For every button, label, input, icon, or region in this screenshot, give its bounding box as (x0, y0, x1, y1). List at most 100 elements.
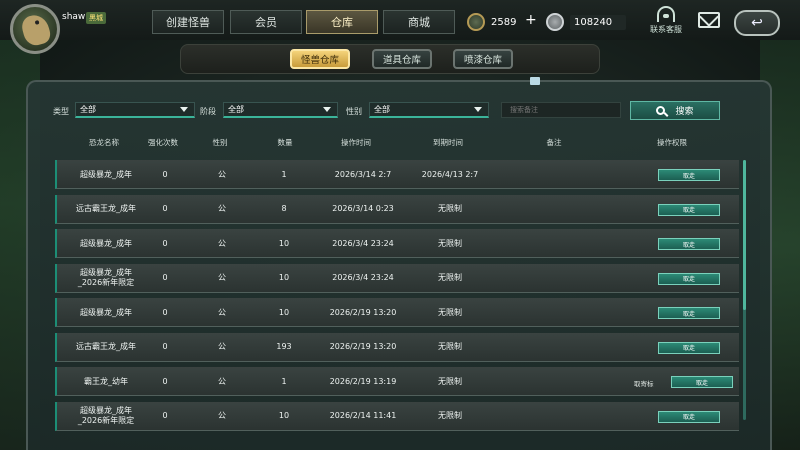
cell-enhance-count: 0 (162, 376, 168, 386)
take-out-button[interactable]: 取走 (658, 169, 720, 181)
cell-gender: 公 (218, 376, 226, 386)
cell-operation-time: 2026/2/19 13:20 (329, 307, 397, 317)
search-icon (656, 106, 666, 115)
mail-icon[interactable] (698, 12, 720, 28)
take-out-button[interactable]: 取走 (658, 410, 720, 423)
cell-enhance-count: 0 (162, 204, 168, 213)
chevron-down-icon (323, 107, 331, 112)
cell-operation-time: 2026/2/14 11:41 (329, 411, 397, 420)
search-button[interactable]: 搜索 (630, 101, 720, 120)
avatar[interactable] (10, 4, 60, 54)
silver-amount: 108240 (570, 14, 627, 30)
dino-coin-icon (467, 13, 485, 31)
header-permission: 操作权限 (657, 138, 687, 147)
nav-tab-create-monster[interactable]: 创建怪兽 (152, 10, 224, 34)
cell-operation-time: 2026/3/4 23:24 (332, 238, 394, 248)
header-dino-name: 恐龙名称 (89, 138, 119, 147)
filter-gender-value: 全部 (374, 105, 390, 114)
table-row: 超级暴龙_成年_2026新年限定 0 公 10 2026/3/4 23:24 无限制 取走 (55, 263, 739, 293)
cell-expire-time: 无限制 (438, 376, 462, 386)
table-row: 超级暴龙_成年_2026新年限定 0 公 10 2026/2/14 11:41 无限制 取走 (55, 401, 739, 431)
cell-enhance-count: 0 (162, 273, 168, 282)
customer-support-label: 联系客服 (650, 25, 682, 34)
customer-support-button[interactable]: 联系客服 (644, 6, 688, 35)
coin-amount: 2589 (491, 16, 517, 28)
nav-tab-shop[interactable]: 商城 (383, 10, 455, 34)
filter-stage-value: 全部 (228, 105, 244, 114)
header-quantity: 数量 (277, 138, 293, 147)
cell-dino-name: 超级暴龙_成年_2026新年限定 (77, 268, 135, 287)
take-out-button[interactable]: 取走 (658, 272, 720, 285)
coin-balance: 2589 (467, 12, 516, 32)
cell-operation-time: 2026/3/14 2:7 (334, 169, 392, 179)
headset-icon (657, 6, 675, 22)
cell-gender: 公 (218, 342, 226, 351)
filter-type-label: 类型 (53, 107, 69, 116)
cell-dino-name: 超级暴龙_成年 (80, 307, 132, 317)
cell-quantity: 1 (281, 376, 287, 386)
dinosaur-avatar-icon (19, 12, 53, 48)
back-button[interactable]: ↩ (734, 10, 780, 36)
filter-type-dropdown[interactable]: 全部 (75, 102, 195, 118)
nav-tab-member[interactable]: 会员 (230, 10, 302, 34)
cell-enhance-count: 0 (162, 342, 168, 351)
header-enhance-count: 强化次数 (148, 138, 178, 147)
cell-dino-name: 远古霸王龙_成年 (76, 342, 136, 351)
cell-operation-time: 2026/3/4 23:24 (332, 273, 394, 282)
table-row: 远古霸王龙_成年 0 公 8 2026/3/14 0:23 无限制 取走 (55, 194, 739, 224)
username: shaw (62, 12, 86, 22)
cell-enhance-count: 0 (162, 307, 168, 317)
cell-expire-time: 无限制 (438, 204, 462, 213)
cell-gender: 公 (218, 273, 226, 282)
filter-stage-label: 阶段 (200, 107, 216, 116)
cell-operation-time: 2026/2/19 13:19 (329, 376, 397, 386)
tab-monster-warehouse[interactable]: 怪兽仓库 (290, 49, 350, 69)
header-remark: 备注 (546, 138, 562, 147)
tab-paint-warehouse[interactable]: 喷漆仓库 (453, 49, 513, 69)
panel-accent-marker (530, 77, 540, 85)
table-scroll-thumb[interactable] (743, 160, 746, 310)
take-out-button[interactable]: 取走 (658, 238, 720, 250)
cell-quantity: 10 (278, 273, 290, 282)
cell-quantity: 10 (278, 238, 290, 248)
table-row: 超级暴龙_成年 0 公 10 2026/2/19 13:20 无限制 取走 (55, 298, 739, 327)
add-currency-button[interactable]: + (525, 12, 537, 28)
remark-search-input[interactable] (501, 102, 621, 118)
take-out-button[interactable]: 取走 (658, 307, 720, 319)
cell-operation-time: 2026/3/14 0:23 (332, 204, 394, 213)
silver-balance: 108240 (546, 12, 636, 32)
header-operation-time: 操作时间 (341, 138, 371, 147)
table-row: 超级暴龙_成年 0 公 1 2026/3/14 2:7 2026/4/13 2:7 取走 (55, 160, 739, 189)
cell-expire-time: 无限制 (438, 238, 462, 248)
cell-dino-name: 霸王龙_幼年 (84, 376, 128, 386)
cell-dino-name: 超级暴龙_成年 (80, 169, 132, 179)
table-row: 霸王龙_幼年 0 公 1 2026/2/19 13:19 无限制 取寄标 取走 (55, 367, 739, 396)
cell-quantity: 1 (281, 169, 287, 179)
tab-item-warehouse[interactable]: 道具仓库 (372, 49, 432, 69)
take-out-button[interactable]: 取走 (658, 341, 720, 354)
cell-quantity: 8 (281, 204, 287, 213)
cell-quantity: 10 (278, 411, 290, 420)
filter-stage-dropdown[interactable]: 全部 (223, 102, 338, 118)
nav-tab-warehouse[interactable]: 仓库 (306, 10, 378, 34)
cell-gender: 公 (218, 204, 226, 213)
cancel-consign-link[interactable]: 取寄标 (634, 378, 654, 388)
cell-expire-time: 无限制 (438, 273, 462, 282)
silver-coin-icon (546, 13, 564, 31)
take-out-button[interactable]: 取走 (671, 376, 733, 388)
table-row: 超级暴龙_成年 0 公 10 2026/3/4 23:24 无限制 取走 (55, 229, 739, 258)
cell-gender: 公 (218, 307, 226, 317)
cell-dino-name: 远古霸王龙_成年 (76, 204, 136, 213)
cell-gender: 公 (218, 411, 226, 420)
cell-enhance-count: 0 (162, 238, 168, 248)
filter-gender-dropdown[interactable]: 全部 (369, 102, 489, 118)
cell-gender: 公 (218, 169, 226, 179)
filter-type-value: 全部 (80, 105, 96, 114)
cell-expire-time: 无限制 (438, 307, 462, 317)
back-arrow-icon: ↩ (751, 15, 763, 31)
take-out-button[interactable]: 取走 (658, 203, 720, 216)
cell-expire-time: 无限制 (438, 342, 462, 351)
cell-gender: 公 (218, 238, 226, 248)
filter-gender-label: 性别 (346, 107, 362, 116)
vip-badge: 黑城 (86, 12, 106, 24)
